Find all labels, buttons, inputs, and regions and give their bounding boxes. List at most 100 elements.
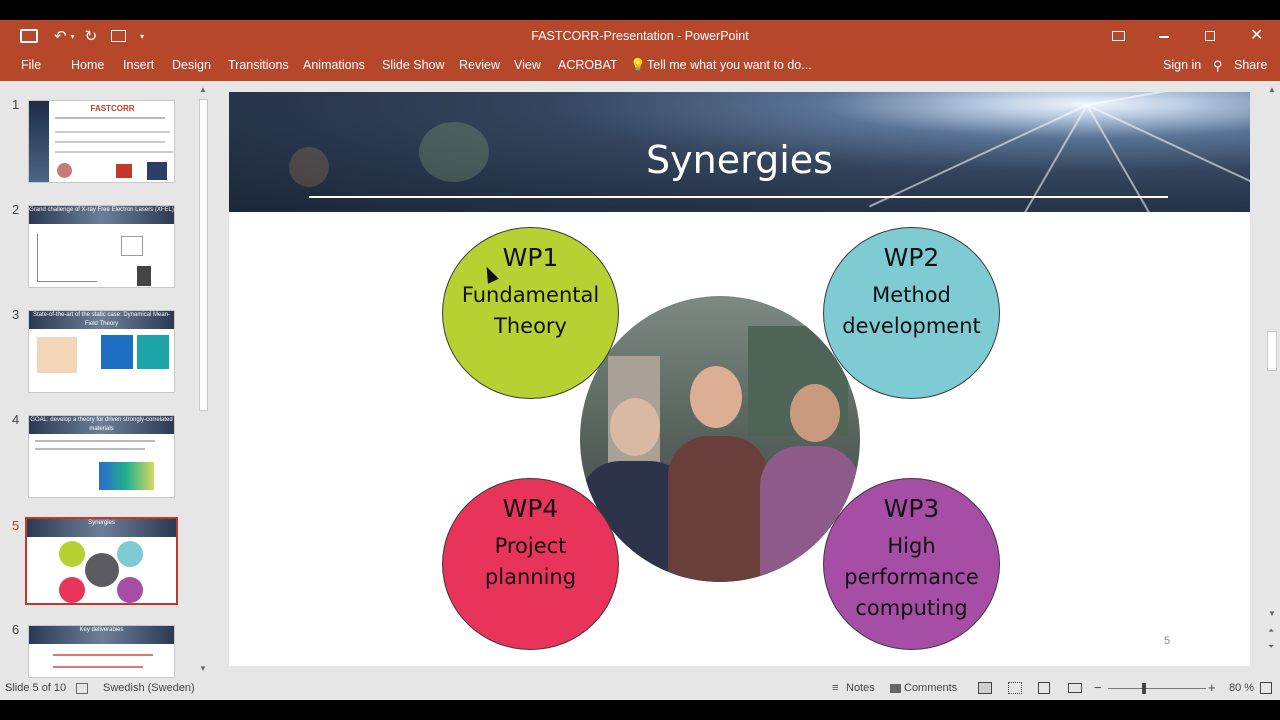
comments-icon[interactable] xyxy=(890,684,901,693)
wp4-line-1: Project xyxy=(494,534,567,558)
slide-thumbnail-2[interactable]: Grand challenge of X-ray Free Electron L… xyxy=(28,205,175,288)
tab-file[interactable]: File xyxy=(21,58,41,72)
slide-thumbnail-3[interactable]: State-of-the-art of the static case: Dyn… xyxy=(28,310,175,393)
screen-top-bar xyxy=(0,0,1280,20)
thumb-diagram xyxy=(37,337,77,373)
thumb-plot xyxy=(37,234,97,282)
thumb-circle xyxy=(117,577,143,603)
tab-home[interactable]: Home xyxy=(71,58,104,72)
thumb-circle xyxy=(117,541,143,567)
notes-icon[interactable]: ≡ xyxy=(832,682,838,694)
document-title: FASTCORR-Presentation - PowerPoint xyxy=(531,29,749,43)
photo-face xyxy=(690,366,742,428)
tab-slide-show[interactable]: Slide Show xyxy=(382,58,445,72)
photo-face xyxy=(610,398,660,456)
light-ray xyxy=(1086,104,1178,262)
slide-sorter-icon[interactable] xyxy=(1008,682,1022,694)
tab-animations[interactable]: Animations xyxy=(303,58,365,72)
photo-face xyxy=(790,384,840,442)
zoom-in-icon[interactable]: + xyxy=(1208,680,1216,695)
thumb-title-4: GOAL: develop a theory for driven strong… xyxy=(29,416,174,434)
slide-title: Synergies xyxy=(646,138,833,182)
person-icon[interactable]: ⚲ xyxy=(1213,58,1223,74)
sign-in-link[interactable]: Sign in xyxy=(1163,58,1201,72)
wp3-line-2: performance xyxy=(844,565,979,589)
normal-view-icon[interactable] xyxy=(978,682,992,694)
slide-thumbnail-5[interactable]: Synergies xyxy=(25,517,178,605)
zoom-slider[interactable] xyxy=(1108,688,1206,689)
tab-review[interactable]: Review xyxy=(459,58,500,72)
scroll-up-icon[interactable]: ▲ xyxy=(1268,85,1276,94)
tab-design[interactable]: Design xyxy=(172,58,211,72)
powerpoint-window: ↶ ▾ ↻ ▾ FASTCORR-Presentation - PowerPoi… xyxy=(0,0,1280,720)
thumb-number-2: 2 xyxy=(12,202,20,217)
scroll-down-icon[interactable]: ▼ xyxy=(199,664,207,673)
wp2-line-1: Method xyxy=(872,283,951,307)
thumb-circle xyxy=(59,577,85,603)
wp2-line-2: development xyxy=(842,314,981,338)
thumb-circle xyxy=(59,541,85,567)
wp4-circle[interactable]: WP4 Project planning xyxy=(442,478,619,650)
next-slide-icon[interactable]: ⏷ xyxy=(1268,642,1274,652)
thumb-line xyxy=(55,117,165,119)
language-indicator[interactable]: Swedish (Sweden) xyxy=(103,682,195,694)
screen-bottom-bar xyxy=(0,700,1280,720)
title-underline xyxy=(309,196,1168,198)
zoom-level[interactable]: 80 % xyxy=(1229,682,1254,694)
wp1-circle[interactable]: WP1 Fundamental Theory xyxy=(442,227,619,399)
previous-slide-icon[interactable]: ⏶ xyxy=(1268,626,1274,636)
wp3-line-3: computing xyxy=(855,596,968,620)
thumb-line xyxy=(35,440,155,442)
thumb-side-image xyxy=(29,101,49,182)
light-ray xyxy=(1086,92,1250,106)
tab-transitions[interactable]: Transitions xyxy=(228,58,289,72)
wp3-circle[interactable]: WP3 High performance computing xyxy=(823,478,1000,650)
light-ray xyxy=(986,104,1088,279)
thumb-heatmap xyxy=(99,462,154,490)
tell-me-box[interactable]: Tell me what you want to do... xyxy=(647,58,812,72)
tab-acrobat[interactable]: ACROBAT xyxy=(558,58,618,72)
slide-thumbnail-4[interactable]: GOAL: develop a theory for driven strong… xyxy=(28,415,175,498)
wp2-circle[interactable]: WP2 Method development xyxy=(823,227,1000,399)
thumb-line xyxy=(55,141,165,143)
thumb-number-5: 5 xyxy=(12,518,20,533)
thumb-line xyxy=(53,654,153,656)
tab-insert[interactable]: Insert xyxy=(123,58,154,72)
scrollbar-thumb[interactable] xyxy=(199,99,208,411)
scroll-down-icon[interactable]: ▼ xyxy=(1268,609,1276,618)
slide-scrollbar[interactable]: ▲ ▼ ⏶ ⏷ xyxy=(1264,81,1280,678)
minimize-icon[interactable] xyxy=(1159,36,1169,38)
slide-thumbnail-1[interactable]: FASTCORR xyxy=(28,100,175,183)
zoom-slider-thumb[interactable] xyxy=(1142,683,1146,694)
thumb-line xyxy=(55,151,173,153)
ribbon-options-icon[interactable] xyxy=(1112,31,1125,41)
fit-to-window-icon[interactable] xyxy=(1260,682,1272,694)
thumb-box xyxy=(121,236,143,256)
ribbon-tabs: File Home Insert Design Transitions Anim… xyxy=(0,52,1280,81)
status-bar: Slide 5 of 10 Swedish (Sweden) ≡ Notes C… xyxy=(0,678,1280,700)
share-button[interactable]: Share xyxy=(1234,58,1267,72)
close-icon[interactable]: ✕ xyxy=(1250,25,1263,45)
slide-5[interactable]: Synergies WP1 Fundamental Theory WP2 Met… xyxy=(229,92,1250,666)
wp3-title: WP3 xyxy=(883,494,940,523)
thumbnail-scrollbar[interactable]: ▲ ▼ xyxy=(196,83,211,676)
wp1-title: WP1 xyxy=(502,243,559,272)
notes-button[interactable]: Notes xyxy=(846,682,875,694)
title-banner: Synergies xyxy=(229,92,1250,279)
tab-view[interactable]: View xyxy=(514,58,541,72)
slide-thumbnail-6[interactable]: Key deliverables xyxy=(28,625,175,678)
spelling-icon[interactable] xyxy=(76,683,88,694)
zoom-out-icon[interactable]: − xyxy=(1094,680,1102,695)
restore-icon[interactable] xyxy=(1205,31,1215,41)
thumb-image xyxy=(137,266,151,286)
thumb-title-1: FASTCORR xyxy=(90,104,135,113)
thumb-title-3: State-of-the-art of the static case: Dyn… xyxy=(29,311,174,329)
thumb-title-2: Grand challenge of X-ray Free Electron L… xyxy=(29,206,174,224)
slideshow-icon[interactable] xyxy=(1068,683,1082,693)
thumb-title-6: Key deliverables xyxy=(29,626,174,644)
wp2-title: WP2 xyxy=(883,243,940,272)
scroll-up-icon[interactable]: ▲ xyxy=(199,85,207,94)
comments-button[interactable]: Comments xyxy=(904,682,957,694)
scrollbar-thumb[interactable] xyxy=(1267,331,1277,371)
reading-view-icon[interactable] xyxy=(1038,682,1050,694)
